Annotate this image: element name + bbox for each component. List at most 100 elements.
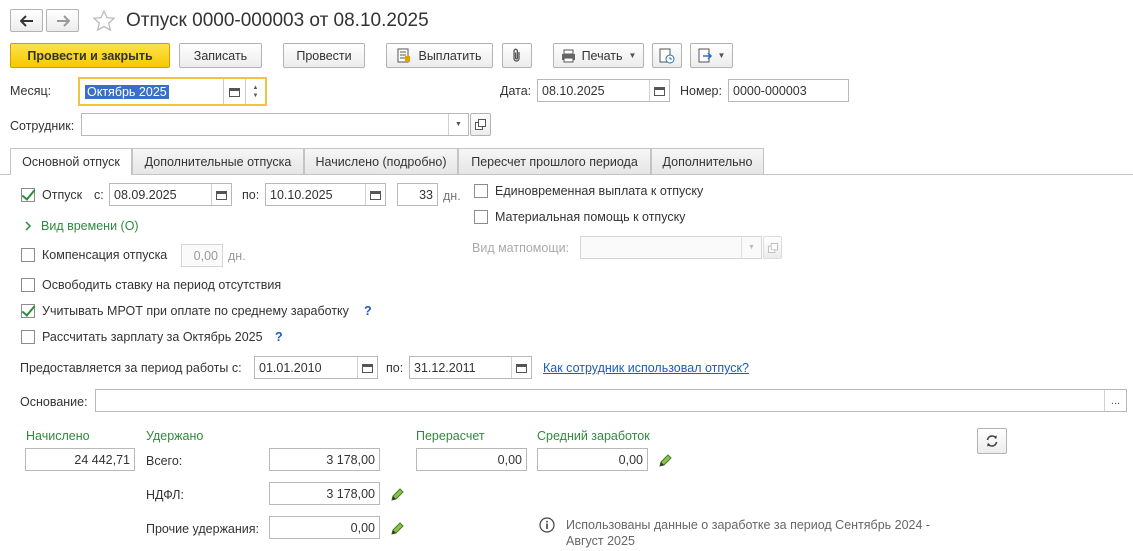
paperclip-icon bbox=[513, 48, 520, 62]
date-label: Дата: bbox=[500, 84, 532, 98]
period-from-field[interactable]: 01.01.2010 bbox=[254, 356, 378, 379]
clock-document-icon bbox=[659, 48, 675, 63]
attach-button[interactable] bbox=[502, 43, 532, 68]
material-type-dropdown[interactable]: ▼ bbox=[741, 237, 761, 258]
pencil-icon[interactable] bbox=[389, 521, 405, 537]
one-time-payment-label: Единовременная выплата к отпуску bbox=[495, 184, 704, 198]
release-rate-checkbox[interactable] bbox=[21, 278, 35, 292]
period-from-value: 01.01.2010 bbox=[259, 360, 322, 375]
total-field: 3 178,00 bbox=[269, 448, 380, 471]
other-withholdings-field: 0,00 bbox=[269, 516, 380, 539]
material-help-checkbox[interactable] bbox=[474, 210, 488, 224]
post-button[interactable]: Провести bbox=[283, 43, 365, 68]
basis-select-button[interactable]: ... bbox=[1104, 390, 1126, 411]
tab-bar-line bbox=[0, 174, 1133, 175]
calc-salary-help-icon[interactable]: ? bbox=[275, 329, 283, 345]
mrot-checkbox[interactable] bbox=[21, 304, 35, 318]
basis-field[interactable]: ... bbox=[95, 389, 1127, 412]
average-earnings-heading: Средний заработок bbox=[537, 429, 650, 443]
vacation-days-field[interactable]: 33 bbox=[397, 183, 438, 206]
vacation-to-field[interactable]: 10.10.2025 bbox=[265, 183, 386, 206]
dropdown-arrow-icon: ▼ bbox=[748, 244, 755, 251]
calendar-button[interactable] bbox=[511, 357, 531, 378]
period-to-field[interactable]: 31.12.2011 bbox=[409, 356, 532, 379]
other-withholdings-value: 0,00 bbox=[350, 520, 375, 535]
material-type-field[interactable]: ▼ bbox=[580, 236, 762, 259]
vacation-usage-link[interactable]: Как сотрудник использовал отпуск? bbox=[543, 360, 749, 376]
refresh-button[interactable] bbox=[977, 428, 1007, 454]
vacation-checkbox[interactable] bbox=[21, 188, 35, 202]
days-unit-label: дн. bbox=[443, 189, 461, 203]
calendar-button[interactable] bbox=[223, 79, 245, 104]
period-to-label: по: bbox=[386, 361, 404, 375]
accrued-heading: Начислено bbox=[26, 429, 90, 443]
calendar-icon bbox=[216, 190, 227, 200]
material-help-label: Материальная помощь к отпуску bbox=[495, 210, 686, 224]
total-label: Всего: bbox=[146, 454, 183, 468]
print-button[interactable]: Печать ▼ bbox=[553, 43, 644, 68]
compensation-checkbox[interactable] bbox=[21, 248, 35, 262]
dropdown-arrow-icon: ▼ bbox=[628, 51, 637, 60]
month-value: Октябрь 2025 bbox=[85, 84, 169, 99]
page-title: Отпуск 0000-000003 от 08.10.2025 bbox=[126, 10, 429, 31]
ndfl-field: 3 178,00 bbox=[269, 482, 380, 505]
back-button[interactable] bbox=[10, 9, 43, 32]
calendar-button[interactable] bbox=[649, 80, 669, 101]
calc-salary-checkbox[interactable] bbox=[21, 330, 35, 344]
employee-dropdown-button[interactable]: ▼ bbox=[448, 114, 468, 135]
month-stepper[interactable]: ▲ ▼ bbox=[245, 79, 265, 104]
star-icon[interactable] bbox=[93, 10, 115, 31]
tab-main-vacation[interactable]: Основной отпуск bbox=[10, 148, 132, 175]
from-label: с: bbox=[94, 188, 104, 202]
month-field[interactable]: Октябрь 2025 ▲ ▼ bbox=[78, 77, 267, 106]
mrot-label: Учитывать МРОТ при оплате по среднему за… bbox=[42, 304, 349, 318]
post-and-close-button[interactable]: Провести и закрыть bbox=[10, 43, 170, 68]
total-value: 3 178,00 bbox=[326, 452, 375, 467]
refresh-icon bbox=[986, 435, 998, 447]
earnings-info-text-2: Август 2025 bbox=[566, 534, 635, 548]
material-type-open-button[interactable] bbox=[763, 236, 782, 259]
number-field[interactable]: 0000-000003 bbox=[728, 79, 849, 102]
forward-button[interactable] bbox=[46, 9, 79, 32]
period-label: Предоставляется за период работы с: bbox=[20, 361, 242, 375]
arrow-right-icon bbox=[56, 14, 70, 27]
recalc-field: 0,00 bbox=[416, 448, 527, 471]
one-time-payment-checkbox[interactable] bbox=[474, 184, 488, 198]
pencil-icon[interactable] bbox=[657, 453, 673, 469]
compensation-unit-label: дн. bbox=[228, 249, 246, 263]
release-rate-label: Освободить ставку на период отсутствия bbox=[42, 278, 282, 292]
ndfl-label: НДФЛ: bbox=[146, 488, 184, 502]
create-based-button[interactable]: ▼ bbox=[690, 43, 733, 68]
tab-additional-vacations[interactable]: Дополнительные отпуска bbox=[132, 148, 304, 174]
compensation-label: Компенсация отпуска bbox=[42, 248, 168, 262]
calendar-icon bbox=[370, 190, 381, 200]
vacation-to-value: 10.10.2025 bbox=[270, 187, 333, 202]
calendar-button[interactable] bbox=[211, 184, 231, 205]
vacation-from-field[interactable]: 08.09.2025 bbox=[109, 183, 232, 206]
date-value: 08.10.2025 bbox=[542, 83, 605, 98]
employee-field[interactable]: ▼ bbox=[81, 113, 469, 136]
stepper-up-icon: ▲ bbox=[252, 84, 259, 91]
calendar-icon bbox=[516, 363, 527, 373]
time-type-toggle[interactable]: Вид времени (О) bbox=[41, 218, 139, 234]
compensation-days-field[interactable]: 0,00 bbox=[181, 244, 223, 267]
calendar-button[interactable] bbox=[357, 357, 377, 378]
date-field[interactable]: 08.10.2025 bbox=[537, 79, 670, 102]
number-label: Номер: bbox=[680, 84, 722, 98]
structure-button[interactable] bbox=[652, 43, 682, 68]
pay-button[interactable]: Выплатить bbox=[386, 43, 493, 68]
employee-open-button[interactable] bbox=[470, 113, 491, 136]
calc-salary-label: Рассчитать зарплату за Октябрь 2025 bbox=[42, 330, 263, 344]
tab-additional[interactable]: Дополнительно bbox=[651, 148, 764, 174]
pencil-icon[interactable] bbox=[389, 487, 405, 503]
calendar-icon bbox=[362, 363, 373, 373]
tab-past-recalculation[interactable]: Пересчет прошлого периода bbox=[458, 148, 651, 174]
chevron-right-icon[interactable] bbox=[24, 221, 32, 231]
mrot-help-icon[interactable]: ? bbox=[364, 303, 372, 319]
tab-accrued-details[interactable]: Начислено (подробно) bbox=[304, 148, 458, 174]
save-button[interactable]: Записать bbox=[179, 43, 262, 68]
average-earnings-value: 0,00 bbox=[618, 452, 643, 467]
calendar-button[interactable] bbox=[365, 184, 385, 205]
dropdown-arrow-icon: ▼ bbox=[455, 121, 462, 128]
average-earnings-field: 0,00 bbox=[537, 448, 648, 471]
